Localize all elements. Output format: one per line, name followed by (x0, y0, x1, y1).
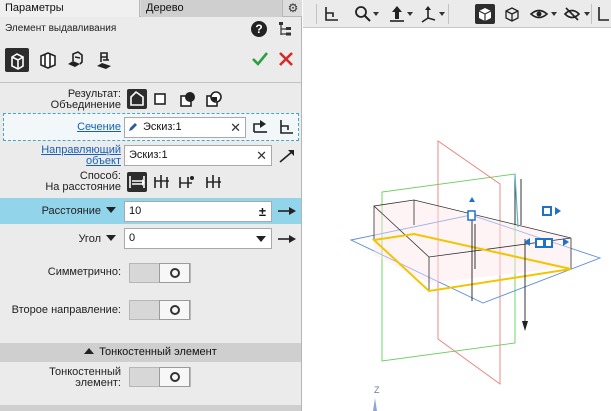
method-through-all-button[interactable] (152, 172, 172, 192)
z-axis-label: Z (374, 385, 380, 395)
angle-direction-arrow-icon[interactable] (277, 233, 297, 245)
checkmark-icon[interactable] (251, 50, 269, 68)
gear-icon[interactable]: ⚙ (285, 0, 301, 17)
toolbar-separator (591, 4, 592, 24)
tab-tree[interactable]: Дерево (141, 0, 283, 17)
method-value: На расстояние (45, 181, 121, 193)
subtract-button[interactable] (178, 89, 198, 109)
visibility-icon[interactable] (529, 4, 549, 24)
tree-icon[interactable] (278, 21, 292, 37)
result-value: Объединение (50, 99, 121, 111)
chevron-down-icon[interactable] (407, 12, 413, 16)
distance-label: Расстояние (41, 205, 101, 217)
toggle-knob (159, 263, 190, 283)
extrude-operation-button[interactable] (5, 48, 29, 72)
section-view-icon[interactable] (562, 4, 582, 24)
direction-arrowhead (522, 321, 528, 331)
second-direction-toggle[interactable] (129, 300, 191, 320)
viewport-toolbar (303, 0, 611, 28)
close-icon[interactable] (277, 50, 295, 68)
chevron-down-icon[interactable] (584, 12, 590, 16)
sketch-mode-icon[interactable] (596, 4, 610, 24)
pan-icon[interactable] (387, 4, 407, 24)
clear-section-icon[interactable]: ✕ (230, 118, 241, 137)
thin-wall-section-title: Тонкостенный элемент (99, 346, 217, 358)
toolbar-separator (448, 4, 449, 24)
chevron-down-icon[interactable] (551, 12, 557, 16)
guide-object-value: Эскиз:1 (129, 149, 168, 161)
angle-mode-dropdown[interactable] (106, 235, 116, 241)
symmetric-label: Симметрично: (47, 266, 121, 278)
chevron-up-icon (84, 348, 95, 354)
help-icon[interactable]: ? (251, 21, 267, 37)
chevron-down-icon[interactable] (373, 12, 379, 16)
intersect-button[interactable] (204, 89, 224, 109)
loft-operation-button[interactable] (92, 48, 116, 72)
divider (0, 82, 301, 83)
chevron-down-icon[interactable] (439, 12, 445, 16)
toggle-knob (159, 367, 190, 387)
method-up-to-vertex-button[interactable] (177, 172, 197, 192)
new-body-button[interactable] (150, 89, 170, 109)
angle-label: Угол (78, 233, 101, 245)
clear-guide-icon[interactable]: ✕ (256, 146, 267, 165)
method-up-to-surface-button[interactable] (204, 172, 224, 192)
distance-input[interactable]: 10 ± (124, 201, 272, 222)
distance-value: 10 (129, 205, 142, 217)
guide-object-link-line2[interactable]: объект (0, 155, 121, 167)
direction-arrow-icon[interactable] (277, 148, 297, 164)
second-direction-label: Второе направление: (11, 304, 121, 316)
thin-wall-label-line2: элемент: (75, 377, 121, 389)
toolbar-separator (316, 4, 317, 24)
distance-mode-dropdown[interactable] (106, 207, 116, 213)
plus-minus-icon[interactable]: ± (259, 202, 266, 221)
panel-tabs: Параметры Дерево ⚙ (0, 0, 302, 17)
thin-wall-toggle[interactable] (129, 367, 191, 387)
parameters-panel: Параметры Дерево ⚙ Элемент выдавливания … (0, 0, 302, 411)
chevron-down-icon[interactable] (256, 236, 266, 242)
tab-parameters[interactable]: Параметры (0, 0, 140, 17)
z-axis-arrow (373, 398, 377, 411)
panel-bottom-strip (0, 405, 301, 411)
operation-title: Элемент выдавливания (5, 23, 117, 34)
method-distance-button[interactable] (127, 172, 147, 192)
section-field[interactable]: Эскиз:1 ✕ (124, 117, 246, 138)
thin-wall-section-header[interactable]: Тонкостенный элемент (0, 343, 301, 362)
wireframe-display-icon[interactable] (502, 4, 522, 24)
union-result-button[interactable] (127, 89, 147, 109)
rotate-operation-button[interactable] (36, 48, 60, 72)
angle-select[interactable]: 0 (124, 228, 272, 249)
toggle-knob (159, 300, 190, 320)
angle-value: 0 (129, 232, 136, 244)
zoom-icon[interactable] (353, 4, 373, 24)
direction-right-arrow-icon[interactable] (277, 205, 297, 217)
create-sketch-icon[interactable] (277, 117, 297, 137)
handle-line (514, 173, 519, 228)
section-value: Эскиз:1 (143, 121, 182, 133)
shaded-display-icon[interactable] (475, 4, 495, 24)
section-link[interactable]: Сечение (0, 121, 121, 133)
pencil-icon (129, 123, 137, 131)
symmetric-toggle[interactable] (129, 263, 191, 283)
app-window: Параметры Дерево ⚙ Элемент выдавливания … (0, 0, 611, 411)
select-contour-icon[interactable] (251, 117, 271, 137)
orientation-icon[interactable] (418, 4, 438, 24)
sketch-icon[interactable] (322, 4, 342, 24)
guide-object-field[interactable]: Эскиз:1 ✕ (124, 145, 272, 166)
kinematic-operation-button[interactable] (64, 48, 88, 72)
model-viewport[interactable]: Z (303, 29, 611, 411)
